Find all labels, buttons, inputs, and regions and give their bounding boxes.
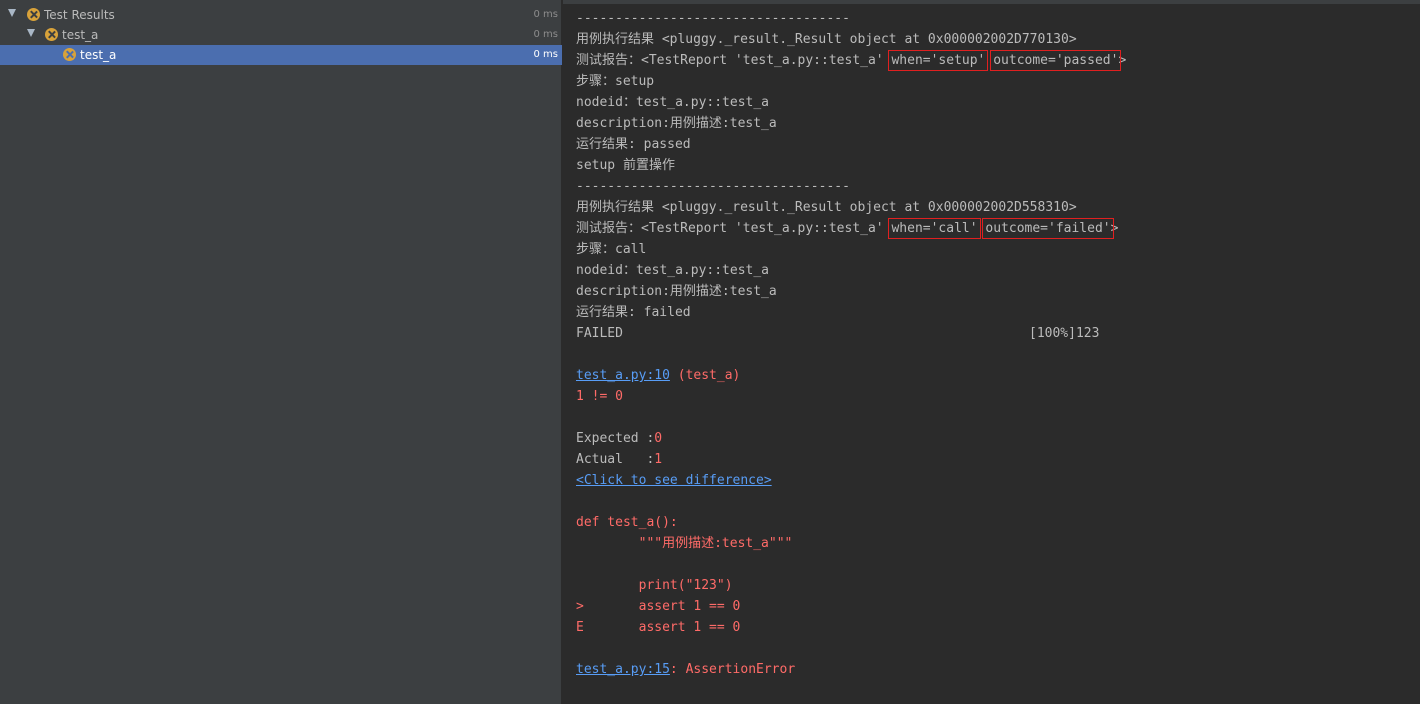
tree-node-test-selected[interactable]: test_a 0 ms: [0, 45, 562, 65]
tree-node-duration: 0 ms: [533, 49, 559, 60]
actual-label: Actual :: [576, 452, 655, 467]
when-call-highlight: when='call': [888, 218, 981, 239]
error-location-func: (test_a): [669, 368, 741, 383]
step-line: 步骤：setup: [576, 74, 655, 89]
assertion-summary: 1 != 0: [576, 389, 623, 404]
tree-node-duration: 0 ms: [533, 9, 559, 20]
when-setup-highlight: when='setup': [888, 50, 989, 71]
chevron-down-icon[interactable]: [8, 9, 16, 17]
code-line: > assert 1 == 0: [576, 599, 741, 614]
test-report-line: 测试报告：<TestReport 'test_a.py::test_a' whe…: [576, 50, 1126, 71]
report-end: >: [1118, 53, 1127, 68]
hook-result-line: 用例执行结果 <pluggy._result._Result object at…: [576, 32, 1077, 47]
nodeid-line: nodeid：test_a.py::test_a: [576, 95, 770, 110]
test-ignored-icon: [63, 48, 76, 61]
tree-node-label: test_a: [62, 28, 99, 42]
actual-line: Actual :1: [576, 449, 662, 470]
tree-node-module[interactable]: test_a 0 ms: [0, 25, 562, 45]
diff-line: <Click to see difference>: [576, 470, 772, 491]
tree-node-duration: 0 ms: [533, 29, 559, 40]
run-result-line: 运行结果: failed: [576, 305, 691, 320]
test-results-tree: Test Results 0 ms test_a 0 ms test_a 0 m…: [0, 0, 562, 704]
actual-value: 1: [654, 452, 663, 467]
progress-percent: [100%]123: [1029, 326, 1100, 341]
description-line: description:用例描述:test_a: [576, 116, 777, 131]
run-window: Test Results 0 ms test_a 0 ms test_a 0 m…: [0, 0, 1420, 704]
run-result-line: 运行结果: passed: [576, 137, 691, 152]
code-line: """用例描述:test_a""": [576, 536, 793, 551]
test-ignored-icon: [45, 28, 58, 41]
see-difference-link[interactable]: <Click to see difference>: [576, 473, 772, 488]
separator-line: -----------------------------------: [576, 179, 850, 194]
tree-node-test-results[interactable]: Test Results 0 ms: [0, 5, 562, 25]
source-link[interactable]: test_a.py:10: [576, 368, 670, 383]
tree-node-label: test_a: [80, 48, 117, 62]
console-output[interactable]: ----------------------------------- 用例执行…: [563, 0, 1420, 704]
chevron-down-icon[interactable]: [27, 29, 35, 37]
test-report-line: 测试报告：<TestReport 'test_a.py::test_a' whe…: [576, 218, 1118, 239]
test-ignored-icon: [27, 8, 40, 21]
setup-message-line: setup 前置操作: [576, 158, 675, 173]
step-line: 步骤：call: [576, 242, 647, 257]
code-line: print("123"): [576, 578, 733, 593]
expected-line: Expected :0: [576, 428, 662, 449]
outcome-passed-highlight: outcome='passed': [990, 50, 1122, 71]
failed-label: FAILED: [576, 326, 623, 341]
outcome-failed-highlight: outcome='failed': [982, 218, 1114, 239]
expected-value: 0: [654, 431, 663, 446]
failed-status-line: FAILED [100%]123: [576, 323, 1176, 344]
tree-node-label: Test Results: [44, 8, 115, 22]
code-line: def test_a():: [576, 515, 678, 530]
description-line: description:用例描述:test_a: [576, 284, 777, 299]
code-line: E assert 1 == 0: [576, 620, 741, 635]
expected-label: Expected :: [576, 431, 655, 446]
error-location-line: test_a.py:10 (test_a): [576, 365, 740, 386]
assertion-error-label: : AssertionError: [669, 662, 796, 677]
error-location-line: test_a.py:15: AssertionError: [576, 659, 795, 680]
report-prefix: 测试报告：<TestReport 'test_a.py::test_a': [576, 221, 892, 236]
hook-result-line: 用例执行结果 <pluggy._result._Result object at…: [576, 200, 1077, 215]
separator-line: -----------------------------------: [576, 11, 850, 26]
report-prefix: 测试报告：<TestReport 'test_a.py::test_a': [576, 53, 892, 68]
source-link[interactable]: test_a.py:15: [576, 662, 670, 677]
report-end: >: [1110, 221, 1119, 236]
nodeid-line: nodeid：test_a.py::test_a: [576, 263, 770, 278]
